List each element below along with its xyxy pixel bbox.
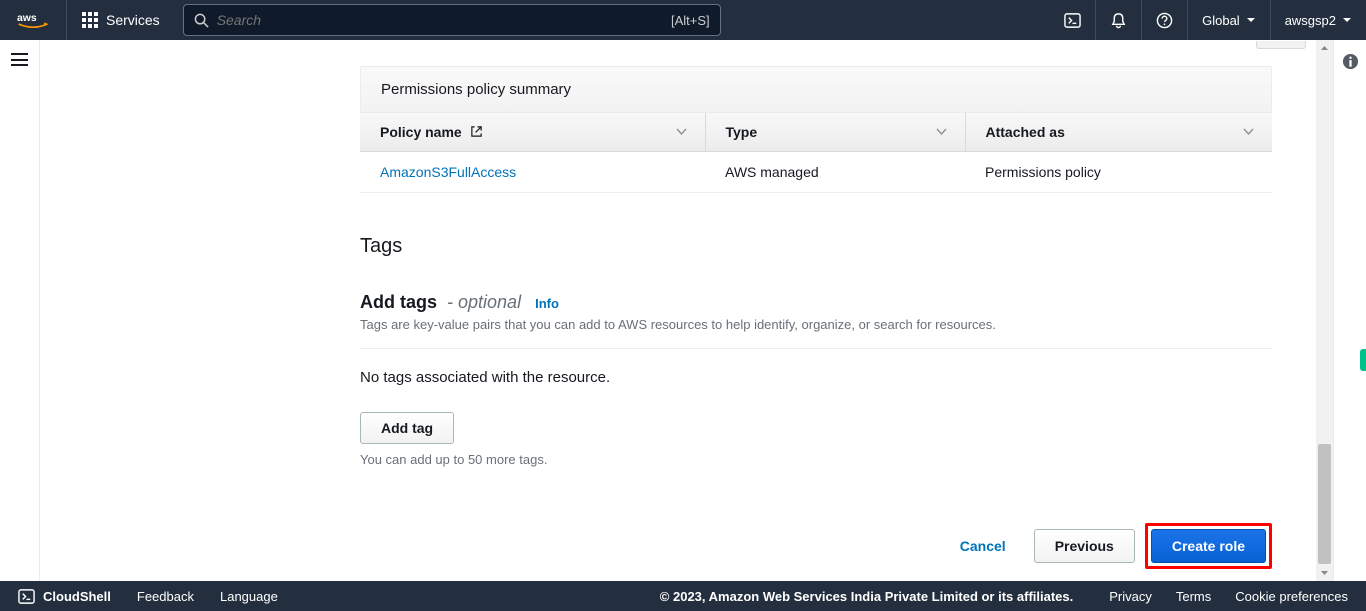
table-row: AmazonS3FullAccess AWS managed Permissio… bbox=[360, 152, 1272, 193]
info-rail bbox=[1333, 40, 1366, 581]
policy-type: AWS managed bbox=[705, 152, 965, 193]
cookies-link[interactable]: Cookie preferences bbox=[1235, 589, 1348, 604]
side-rail bbox=[0, 40, 40, 581]
aws-logo[interactable]: aws bbox=[0, 0, 67, 40]
policy-link[interactable]: AmazonS3FullAccess bbox=[380, 164, 516, 180]
bell-icon bbox=[1110, 12, 1127, 29]
help-button[interactable] bbox=[1141, 0, 1187, 40]
sort-icon bbox=[1243, 124, 1254, 140]
services-label: Services bbox=[106, 12, 160, 28]
caret-down-icon bbox=[1246, 15, 1256, 25]
add-tag-button[interactable]: Add tag bbox=[360, 412, 454, 444]
account-label: awsgsp2 bbox=[1285, 13, 1336, 28]
sort-icon bbox=[676, 124, 687, 140]
scroll-thumb[interactable] bbox=[1318, 444, 1331, 564]
col-attached-as[interactable]: Attached as bbox=[965, 113, 1272, 152]
col-policy-name[interactable]: Policy name bbox=[360, 113, 705, 152]
info-link[interactable]: Info bbox=[535, 296, 559, 311]
add-tags-label: Add tags bbox=[360, 292, 437, 313]
account-selector[interactable]: awsgsp2 bbox=[1270, 0, 1366, 40]
svg-text:aws: aws bbox=[17, 13, 37, 24]
col-policy-label: Policy name bbox=[380, 124, 462, 140]
cloudshell-link[interactable]: CloudShell bbox=[18, 588, 111, 605]
top-nav: aws Services [Alt+S] Global awsgsp2 bbox=[0, 0, 1366, 40]
tags-description: Tags are key-value pairs that you can ad… bbox=[360, 317, 1272, 349]
language-link[interactable]: Language bbox=[220, 589, 278, 604]
region-selector[interactable]: Global bbox=[1187, 0, 1270, 40]
wizard-buttons: Cancel Previous Create role bbox=[360, 523, 1272, 569]
main-area: Permissions policy summary Policy name T… bbox=[40, 40, 1333, 581]
caret-down-icon bbox=[1342, 15, 1352, 25]
search-box[interactable]: [Alt+S] bbox=[183, 4, 721, 36]
external-link-icon bbox=[470, 125, 483, 138]
info-icon[interactable] bbox=[1342, 53, 1359, 70]
scrollbar[interactable] bbox=[1316, 40, 1333, 581]
policy-attached: Permissions policy bbox=[965, 152, 1272, 193]
copyright: © 2023, Amazon Web Services India Privat… bbox=[304, 589, 1073, 604]
footer: CloudShell Feedback Language © 2023, Ama… bbox=[0, 581, 1366, 611]
no-tags-text: No tags associated with the resource. bbox=[360, 369, 1272, 386]
add-tags-heading: Add tags - optional Info bbox=[360, 292, 1272, 313]
permissions-table: Policy name Type Attached as bbox=[360, 113, 1272, 193]
region-label: Global bbox=[1202, 13, 1240, 28]
tags-section-title: Tags bbox=[360, 235, 1272, 258]
cancel-button[interactable]: Cancel bbox=[942, 530, 1024, 562]
help-icon bbox=[1156, 12, 1173, 29]
scroll-up-icon[interactable] bbox=[1316, 40, 1333, 57]
tag-limit-text: You can add up to 50 more tags. bbox=[360, 452, 1272, 467]
nav-right: Global awsgsp2 bbox=[1050, 0, 1366, 40]
feedback-tab[interactable] bbox=[1360, 349, 1366, 371]
hamburger-icon[interactable] bbox=[11, 53, 28, 66]
search-shortcut: [Alt+S] bbox=[671, 13, 710, 28]
cloudshell-label: CloudShell bbox=[43, 589, 111, 604]
optional-label: - optional bbox=[447, 292, 521, 313]
cloudshell-icon-button[interactable] bbox=[1050, 0, 1095, 40]
terms-link[interactable]: Terms bbox=[1176, 589, 1211, 604]
sort-icon bbox=[936, 124, 947, 140]
create-role-button[interactable]: Create role bbox=[1151, 529, 1266, 563]
cloudshell-icon bbox=[18, 588, 35, 605]
create-highlight: Create role bbox=[1145, 523, 1272, 569]
col-type-label: Type bbox=[726, 124, 758, 140]
previous-button[interactable]: Previous bbox=[1034, 529, 1135, 563]
notifications-button[interactable] bbox=[1095, 0, 1141, 40]
feedback-link[interactable]: Feedback bbox=[137, 589, 194, 604]
permissions-summary-header: Permissions policy summary bbox=[360, 66, 1272, 113]
services-button[interactable]: Services bbox=[67, 0, 175, 40]
search-icon bbox=[194, 13, 209, 28]
scroll-down-icon[interactable] bbox=[1316, 564, 1333, 581]
privacy-link[interactable]: Privacy bbox=[1109, 589, 1152, 604]
col-attached-label: Attached as bbox=[986, 124, 1065, 140]
grid-icon bbox=[82, 12, 98, 28]
search-input[interactable] bbox=[217, 12, 671, 28]
col-type[interactable]: Type bbox=[705, 113, 965, 152]
